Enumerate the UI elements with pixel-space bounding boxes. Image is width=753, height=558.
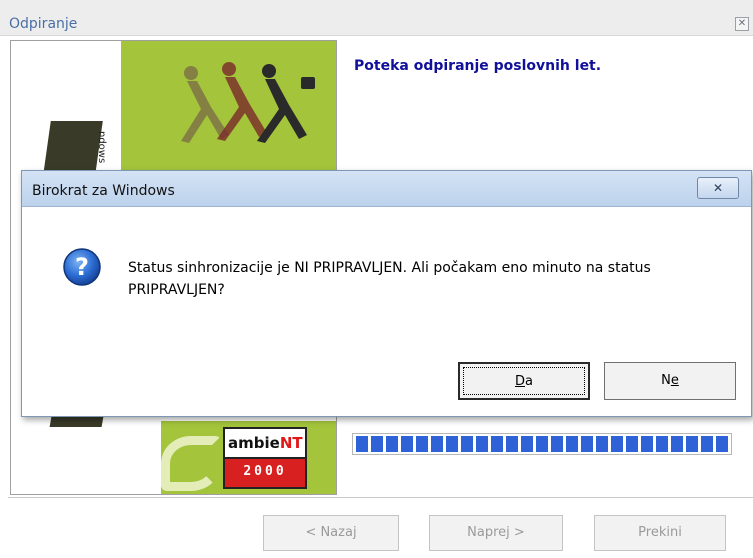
progress-segment	[701, 436, 713, 452]
progress-segment	[401, 436, 413, 452]
progress-segment	[371, 436, 383, 452]
progress-segment	[551, 436, 563, 452]
progress-segment	[491, 436, 503, 452]
close-icon[interactable]: ✕	[735, 17, 749, 31]
progress-segment	[641, 436, 653, 452]
runners-illustration	[181, 62, 315, 143]
progress-segment	[581, 436, 593, 452]
back-button[interactable]: < Nazaj	[263, 515, 399, 551]
ambient-nt-2000-logo: ambieNT 2000	[223, 427, 307, 489]
progress-segment	[461, 436, 473, 452]
footer-separator	[8, 497, 753, 499]
progress-segment	[536, 436, 548, 452]
progress-segment	[386, 436, 398, 452]
message-box-dialog: Birokrat za Windows ✕ ? Status sinhroniz…	[21, 170, 752, 417]
banner-dark-logo	[43, 121, 103, 175]
logo-year: 2000	[243, 464, 287, 479]
no-button[interactable]: Ne	[604, 362, 736, 400]
dialog-close-icon[interactable]: ✕	[697, 177, 739, 199]
progress-segment	[596, 436, 608, 452]
dialog-message: Status sinhronizacije je NI PRIPRAVLJEN.…	[128, 260, 651, 298]
yes-button-label: Da	[515, 374, 533, 389]
progress-segment	[431, 436, 443, 452]
svg-text:?: ?	[75, 253, 89, 281]
next-button[interactable]: Naprej >	[429, 515, 563, 551]
wizard-titlebar: Odpiranje ✕	[0, 0, 753, 36]
progress-bar	[352, 433, 732, 455]
progress-segment	[686, 436, 698, 452]
dialog-title: Birokrat za Windows	[32, 183, 175, 199]
progress-segment	[521, 436, 533, 452]
wizard-heading: Poteka odpiranje poslovnih let.	[354, 58, 602, 74]
yes-button[interactable]: Da	[458, 362, 590, 400]
dialog-titlebar: Birokrat za Windows ✕	[22, 171, 751, 207]
progress-segment	[671, 436, 683, 452]
question-icon: ?	[63, 248, 101, 286]
progress-segment	[506, 436, 518, 452]
progress-segment	[416, 436, 428, 452]
progress-segment	[356, 436, 368, 452]
progress-segment	[611, 436, 623, 452]
banner-swirl	[161, 436, 221, 491]
logo-text: ambie	[228, 434, 280, 452]
logo-text-accent: NT	[279, 434, 303, 452]
banner-vertical-text: ndows	[96, 131, 107, 164]
progress-segment	[446, 436, 458, 452]
yes-label-suffix: a	[525, 374, 533, 389]
progress-segment	[476, 436, 488, 452]
no-button-label: Ne	[661, 373, 679, 388]
progress-segment	[626, 436, 638, 452]
yes-label-mnemonic: D	[515, 374, 526, 389]
no-label-mnemonic: e	[670, 373, 679, 388]
cancel-button[interactable]: Prekini	[594, 515, 726, 551]
no-label-prefix: N	[661, 373, 671, 388]
progress-segment	[716, 436, 728, 452]
progress-segment	[656, 436, 668, 452]
progress-segment	[566, 436, 578, 452]
wizard-title: Odpiranje	[9, 16, 78, 32]
